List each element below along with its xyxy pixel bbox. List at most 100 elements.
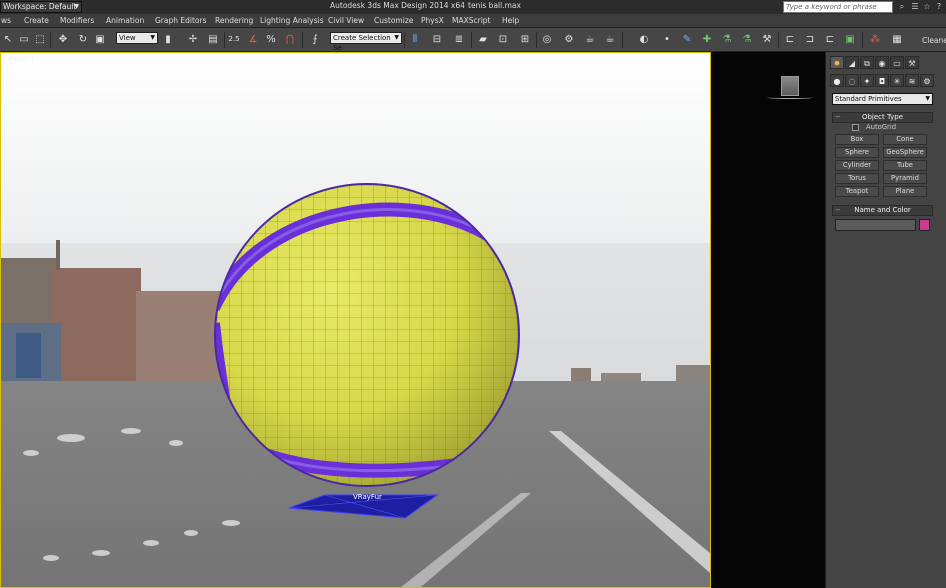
keyboard-shortcut-icon[interactable]: ▤: [206, 32, 220, 47]
graphite-tools-icon[interactable]: ▰: [476, 32, 490, 47]
shapes-icon[interactable]: ◌: [845, 74, 859, 87]
select-object-icon[interactable]: ↖: [1, 32, 15, 47]
align-icon[interactable]: ⊟: [430, 32, 444, 47]
box-button[interactable]: Box: [835, 134, 879, 145]
menu-item-lighting-analysis[interactable]: Lighting Analysis: [260, 16, 324, 25]
systems-icon[interactable]: ⚙: [920, 74, 934, 87]
menu-item-graph-editors[interactable]: Graph Editors: [155, 16, 207, 25]
menu-item-views[interactable]: ws: [1, 16, 11, 25]
cone-button[interactable]: Cone: [883, 134, 927, 145]
layer-manager-icon[interactable]: ≣: [452, 32, 466, 47]
cameras-icon[interactable]: ◘: [875, 74, 889, 87]
percent-snap-icon[interactable]: %: [264, 32, 278, 47]
hammer-icon[interactable]: ⚒: [760, 32, 774, 47]
pivot-center-icon[interactable]: ▮: [161, 32, 175, 47]
viewport-label[interactable]: [ Faces ]: [4, 55, 33, 63]
perspective-viewport[interactable]: [ Faces ] VRayFur: [0, 52, 711, 588]
cleaner-tool-2-icon[interactable]: ▦: [890, 32, 904, 47]
name-and-color-rollout[interactable]: − Name and Color: [832, 205, 933, 216]
object-type-rollout[interactable]: − Object Type: [832, 112, 933, 123]
object-color-swatch[interactable]: [919, 219, 930, 231]
menu-item-create[interactable]: Create: [24, 16, 49, 25]
vray-dot-icon[interactable]: •: [660, 32, 674, 47]
snap-toggle-icon[interactable]: 2.5: [227, 32, 241, 47]
sphere-button[interactable]: Sphere: [835, 147, 879, 158]
star-icon[interactable]: ☆: [922, 2, 932, 12]
rendered-frame-icon[interactable]: ☕: [583, 32, 597, 47]
tab-modify-icon[interactable]: ◢: [845, 56, 859, 69]
pyramid-button[interactable]: Pyramid: [883, 173, 927, 184]
vray-sun-icon[interactable]: ✚: [700, 32, 714, 47]
scale-icon[interactable]: ▣: [93, 32, 107, 47]
toolbar-divider: [404, 32, 405, 48]
menu-item-civil-view[interactable]: Civil View: [328, 16, 364, 25]
teapot-button[interactable]: Teapot: [835, 186, 879, 197]
vray-flask-2-icon[interactable]: ⚗: [740, 32, 754, 47]
workspace-label: Workspace: Default: [3, 2, 77, 11]
object-name-input[interactable]: [835, 219, 916, 231]
search-input[interactable]: Type a keyword or phrase: [783, 1, 893, 13]
helpers-icon[interactable]: ✳: [890, 74, 904, 87]
render-production-icon[interactable]: ☕: [603, 32, 617, 47]
main-toolbar: ↖ ▭ ⬚ ✥ ↻ ▣ View ▼ ▮ ✢ ▤ 2.5 ∡ % ⋂ ⨍ Cre…: [0, 28, 946, 52]
edit-named-selection-icon[interactable]: ⨍: [308, 32, 322, 47]
info-center-icon[interactable]: ☰: [910, 2, 920, 12]
autogrid-checkbox[interactable]: [852, 124, 859, 131]
cylinder-button[interactable]: Cylinder: [835, 160, 879, 171]
curve-editor-icon[interactable]: ⊡: [496, 32, 510, 47]
primitives-category-dropdown[interactable]: Standard Primitives ▼: [832, 93, 933, 105]
chevron-down-icon: ▼: [150, 34, 155, 41]
schematic-view-icon[interactable]: ⊞: [518, 32, 532, 47]
space-warps-icon[interactable]: ≋: [905, 74, 919, 87]
menu-item-customize[interactable]: Customize: [374, 16, 413, 25]
plane-button[interactable]: Plane: [883, 186, 927, 197]
viewport-tool-4-icon[interactable]: ▣: [843, 32, 857, 47]
tab-hierarchy-icon[interactable]: ⧉: [860, 56, 874, 69]
vray-frame-buffer-icon[interactable]: ◐: [637, 32, 651, 47]
menu-item-help[interactable]: Help: [502, 16, 519, 25]
menu-item-physx[interactable]: PhysX: [421, 16, 444, 25]
named-selection-dropdown[interactable]: Create Selection Se ▼: [330, 32, 402, 52]
select-by-name-icon[interactable]: ▭: [17, 32, 31, 47]
toolbar-divider: [862, 32, 863, 48]
collapse-icon: −: [835, 113, 841, 121]
tab-utilities-icon[interactable]: ⚒: [905, 56, 919, 69]
vray-light-icon[interactable]: ✎: [680, 32, 694, 47]
tube-button[interactable]: Tube: [883, 160, 927, 171]
cleaner-tool-1-icon[interactable]: ⁂: [868, 32, 882, 47]
rotate-icon[interactable]: ↻: [76, 32, 90, 47]
viewcube-icon[interactable]: [781, 76, 799, 96]
menu-item-modifiers[interactable]: Modifiers: [60, 16, 94, 25]
menu-item-rendering[interactable]: Rendering: [215, 16, 253, 25]
angle-snap-icon[interactable]: ∡: [246, 32, 260, 47]
select-manipulate-icon[interactable]: ✢: [186, 32, 200, 47]
tab-display-icon[interactable]: ▭: [890, 56, 904, 69]
rectangular-selection-icon[interactable]: ⬚: [33, 32, 47, 47]
torus-button[interactable]: Torus: [835, 173, 879, 184]
geometry-icon[interactable]: ●: [830, 74, 844, 87]
help-icon[interactable]: ?: [934, 2, 944, 12]
viewcube-ring[interactable]: [767, 96, 813, 99]
viewport-tool-2-icon[interactable]: ⊐: [803, 32, 817, 47]
command-panel-tabs: ✹ ◢ ⧉ ◉ ▭ ⚒: [830, 56, 919, 70]
viewport-tool-3-icon[interactable]: ⊏: [823, 32, 837, 47]
search-icon[interactable]: ⌕: [897, 2, 907, 12]
viewport-tool-1-icon[interactable]: ⊏: [783, 32, 797, 47]
vray-flask-icon[interactable]: ⚗: [720, 32, 734, 47]
workspace-dropdown[interactable]: Workspace: Default ▼: [0, 1, 82, 13]
secondary-viewport[interactable]: [711, 52, 825, 588]
move-icon[interactable]: ✥: [56, 32, 70, 47]
primitives-category-value: Standard Primitives: [835, 95, 902, 103]
menu-item-maxscript[interactable]: MAXScript: [452, 16, 491, 25]
lights-icon[interactable]: ✦: [860, 74, 874, 87]
geosphere-button[interactable]: GeoSphere: [883, 147, 927, 158]
menu-item-animation[interactable]: Animation: [106, 16, 144, 25]
tab-motion-icon[interactable]: ◉: [875, 56, 889, 69]
render-setup-icon[interactable]: ⚙: [562, 32, 576, 47]
spinner-snap-icon[interactable]: ⋂: [283, 32, 297, 47]
material-editor-icon[interactable]: ◎: [540, 32, 554, 47]
tab-create-icon[interactable]: ✹: [830, 56, 844, 69]
file-title: tenis ball.max: [468, 1, 521, 10]
reference-coordinate-dropdown[interactable]: View ▼: [116, 32, 158, 44]
mirror-icon[interactable]: ⫴: [408, 32, 422, 47]
